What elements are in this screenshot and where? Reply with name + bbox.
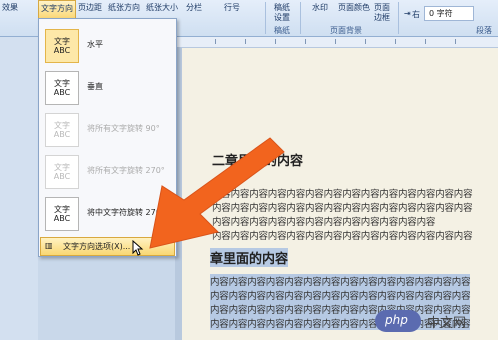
site-watermark-logo: php 中文网 xyxy=(375,300,497,340)
site-name: 中文网 xyxy=(427,316,467,331)
annotation-arrow-icon xyxy=(149,137,285,249)
php-logo-icon: php xyxy=(375,310,421,332)
